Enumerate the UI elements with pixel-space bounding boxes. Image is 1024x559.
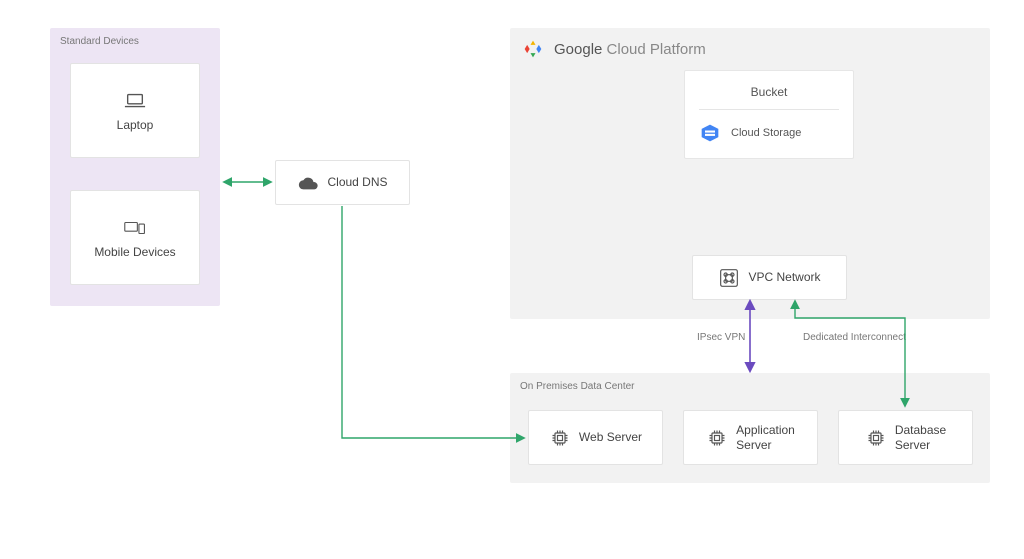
connectors (0, 0, 1024, 559)
edge-dedicated-interconnect (795, 302, 905, 405)
edge-dns-webserver (342, 206, 523, 438)
